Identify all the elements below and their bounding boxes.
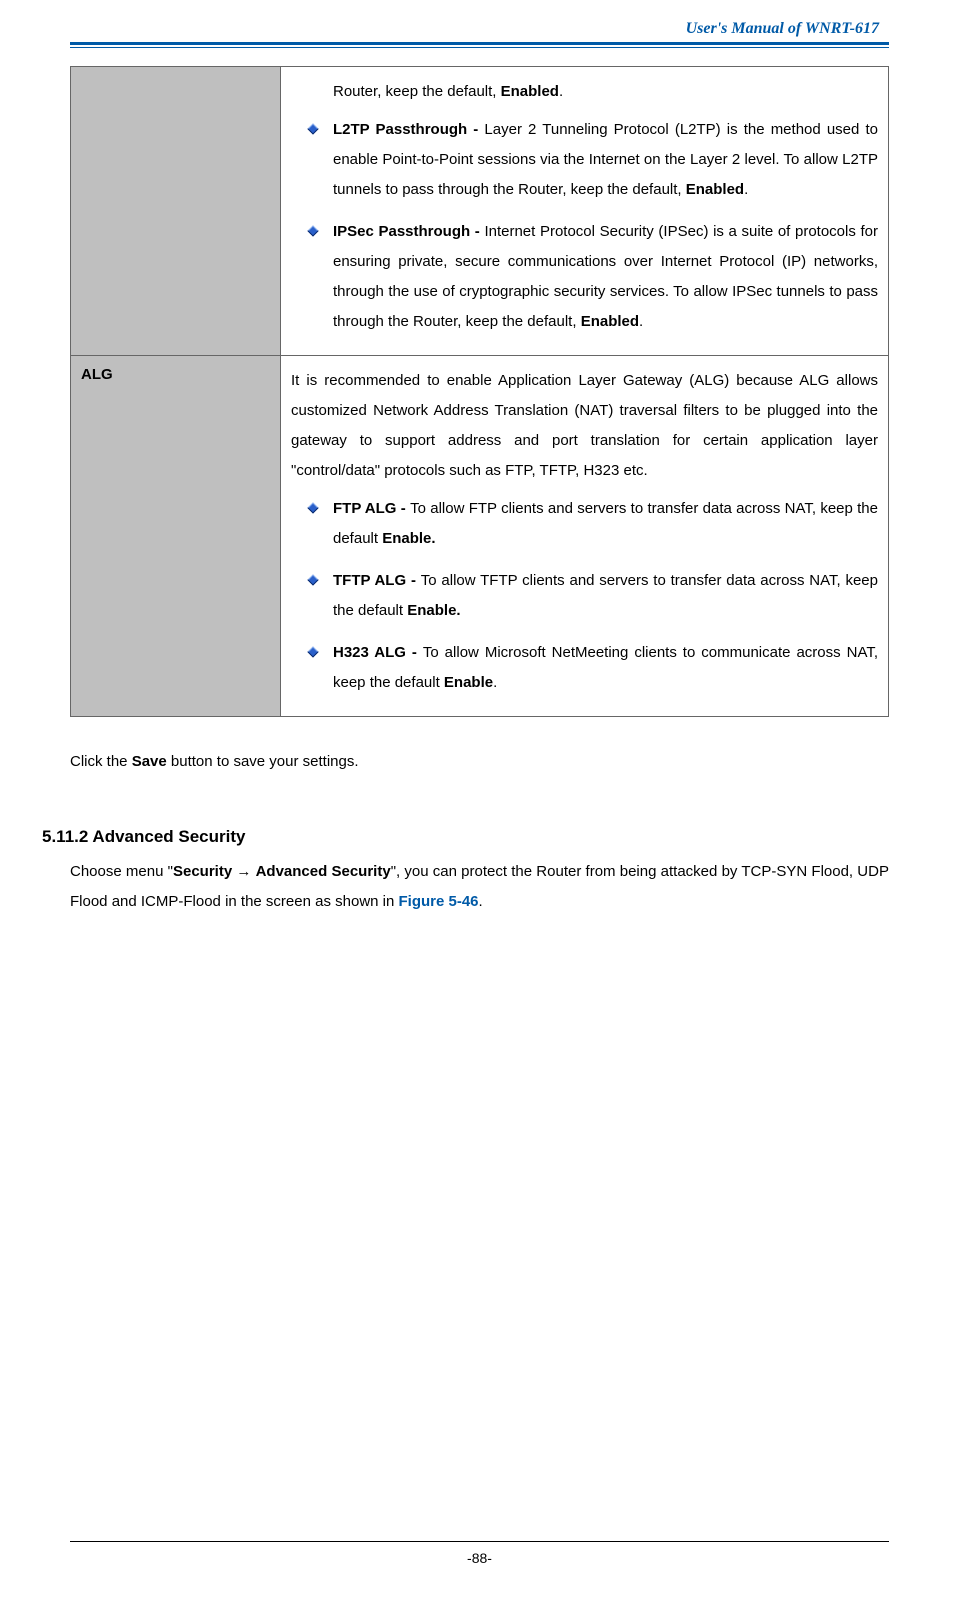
list-item: FTP ALG - To allow FTP clients and serve… <box>309 494 878 554</box>
row-label: ALG <box>71 356 281 717</box>
row-content: Router, keep the default, Enabled. L2TP … <box>281 67 889 356</box>
text-span: Choose menu " <box>70 863 173 880</box>
item-tail: . <box>744 181 748 198</box>
nav-bold: Advanced Security <box>256 863 391 880</box>
text-span: . <box>479 893 483 910</box>
bullet-list: L2TP Passthrough - Layer 2 Tunneling Pro… <box>291 115 878 337</box>
table-row: Router, keep the default, Enabled. L2TP … <box>71 67 889 356</box>
list-item: L2TP Passthrough - Layer 2 Tunneling Pro… <box>309 115 878 205</box>
item-tail: . <box>493 674 497 691</box>
list-item: H323 ALG - To allow Microsoft NetMeeting… <box>309 638 878 698</box>
nav-arrow: → <box>232 863 255 880</box>
text-span: Click the <box>70 753 132 770</box>
item-bold: Enabled <box>686 181 744 198</box>
text-span: button to save your settings. <box>167 753 359 770</box>
list-item: TFTP ALG - To allow TFTP clients and ser… <box>309 566 878 626</box>
subsection-text: Choose menu "Security → Advanced Securit… <box>70 857 889 917</box>
nav-bold: Security <box>173 863 232 880</box>
item-bold: Enable. <box>407 602 460 619</box>
text-bold: Save <box>132 753 167 770</box>
bullet-list: FTP ALG - To allow FTP clients and serve… <box>291 494 878 698</box>
header-title: User's Manual of WNRT-617 <box>70 20 889 42</box>
item-tail: . <box>639 313 643 330</box>
after-table-text: Click the Save button to save your setti… <box>70 747 889 777</box>
page-number: -88- <box>0 1550 959 1566</box>
item-bold: Enable. <box>382 530 435 547</box>
footer-rule <box>70 1541 889 1542</box>
intro-bold: Enabled <box>501 83 559 100</box>
item-title: H323 ALG - <box>333 644 423 661</box>
subsection-heading: 5.11.2 Advanced Security <box>42 827 889 847</box>
intro-tail: Router, keep the default, <box>333 83 501 100</box>
item-title: IPSec Passthrough - <box>333 223 484 240</box>
item-title: TFTP ALG - <box>333 572 421 589</box>
item-bold: Enabled <box>581 313 639 330</box>
item-bold: Enable <box>444 674 493 691</box>
table-row: ALG It is recommended to enable Applicat… <box>71 356 889 717</box>
intro-period: . <box>559 83 563 100</box>
list-item: IPSec Passthrough - Internet Protocol Se… <box>309 217 878 337</box>
figure-ref: Figure 5-46 <box>399 893 479 910</box>
row-label <box>71 67 281 356</box>
item-title: FTP ALG - <box>333 500 410 517</box>
header-rule <box>70 42 889 48</box>
item-title: L2TP Passthrough - <box>333 121 484 138</box>
row-intro: It is recommended to enable Application … <box>291 366 878 486</box>
row-content: It is recommended to enable Application … <box>281 356 889 717</box>
feature-table: Router, keep the default, Enabled. L2TP … <box>70 66 889 717</box>
